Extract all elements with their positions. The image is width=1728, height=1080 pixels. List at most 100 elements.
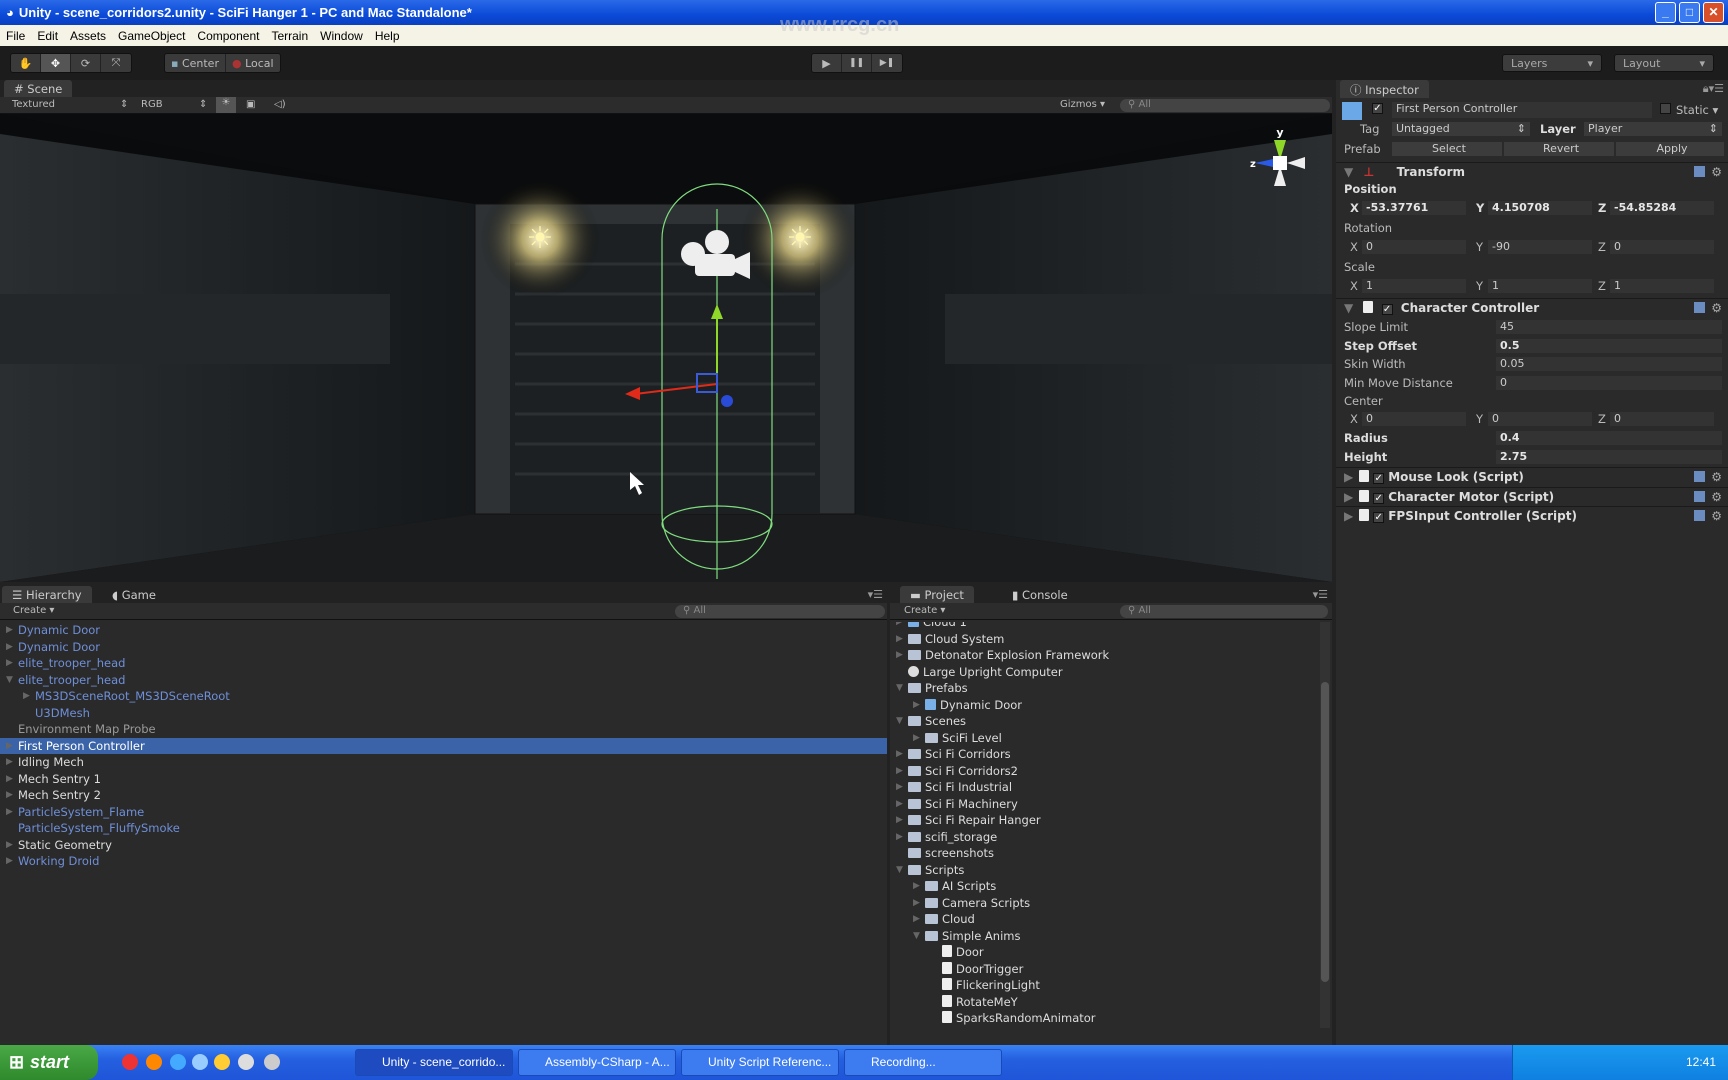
render-mode-dropdown[interactable]: Textured (12, 99, 55, 110)
project-item[interactable]: SparksRandomAnimator (890, 1010, 1320, 1027)
collapsed-arrow-icon[interactable]: ▶ (6, 754, 13, 771)
transform-header[interactable]: ▼ ⊥ Transform ⚙ (1336, 162, 1728, 181)
project-item[interactable]: screenshots (890, 845, 1320, 862)
tag-dropdown[interactable]: Untagged ⇕ (1392, 122, 1530, 136)
hierarchy-item[interactable]: ▶ elite_trooper_head (0, 655, 887, 672)
collapsed-arrow-icon[interactable]: ▶ (913, 730, 920, 747)
rotation-y-field[interactable]: -90 (1488, 240, 1592, 254)
rotate-icon[interactable]: ⟳ (71, 54, 101, 72)
lighting-toggle-icon[interactable]: ☀ (216, 97, 236, 113)
project-item[interactable]: ▶ Dynamic Door (890, 697, 1320, 714)
rotation-x-field[interactable]: 0 (1362, 240, 1466, 254)
help-icon[interactable] (1694, 302, 1706, 313)
pivot-local-button[interactable]: ● Local (226, 54, 280, 72)
vlc-icon[interactable] (146, 1054, 162, 1070)
prefab-select-button[interactable]: Select (1392, 142, 1502, 156)
cc-field-field[interactable]: 45 (1496, 320, 1722, 334)
hierarchy-search-input[interactable]: ⚲ All (675, 605, 885, 618)
collapsed-arrow-icon[interactable]: ▶ (6, 639, 13, 656)
expanded-arrow-icon[interactable]: ▼ (913, 928, 920, 945)
project-item[interactable]: ▶ Detonator Explosion Framework (890, 647, 1320, 664)
tab-hierarchy[interactable]: ☰ Hierarchy (2, 586, 92, 604)
create-dropdown[interactable]: Create ▾ (904, 605, 945, 616)
collapsed-arrow-icon[interactable]: ▶ (6, 853, 13, 870)
hierarchy-item[interactable]: ▶ Static Geometry (0, 837, 887, 854)
object-name-input[interactable]: First Person Controller (1392, 102, 1652, 118)
create-dropdown[interactable]: Create ▾ (13, 605, 54, 616)
project-item[interactable]: ▼ Scenes (890, 713, 1320, 730)
layers-dropdown[interactable]: Layers ▾ (1502, 54, 1602, 72)
collapsed-arrow-icon[interactable]: ▶ (6, 804, 13, 821)
hierarchy-item[interactable]: ▶ Idling Mech (0, 754, 887, 771)
hierarchy-item[interactable]: ▶ MS3DSceneRoot_MS3DSceneRoot (0, 688, 887, 705)
help-icon[interactable] (1694, 490, 1706, 502)
project-item[interactable]: ▶ Cloud 1 (890, 622, 1320, 631)
menu-gameobject[interactable]: GameObject (118, 29, 185, 43)
scene-view[interactable]: ☀ ☀ y z (0, 114, 1332, 582)
gear-icon[interactable]: ⚙ (1711, 470, 1722, 484)
hand-icon[interactable]: ✋ (11, 54, 41, 72)
hierarchy-item[interactable]: ▶ Dynamic Door (0, 622, 887, 639)
project-item[interactable]: ▶ Camera Scripts (890, 895, 1320, 912)
start-button[interactable]: ⊞ start (0, 1045, 98, 1080)
menu-window[interactable]: Window (320, 29, 363, 43)
scale-y-field[interactable]: 1 (1488, 279, 1592, 293)
project-item[interactable]: ▶ Sci Fi Industrial (890, 779, 1320, 796)
prefab-apply-button[interactable]: Apply (1616, 142, 1724, 156)
script-component-header[interactable]: ▶ ✓ FPSInput Controller (Script) ⚙ (1336, 506, 1728, 525)
hierarchy-item[interactable]: ▼ elite_trooper_head (0, 672, 887, 689)
tab-scene[interactable]: # Scene (4, 80, 73, 98)
project-item[interactable]: DoorTrigger (890, 961, 1320, 978)
hierarchy-item[interactable]: ▶ ParticleSystem_Flame (0, 804, 887, 821)
collapsed-arrow-icon[interactable]: ▶ (913, 697, 920, 714)
position-z-field[interactable]: -54.85284 (1610, 201, 1714, 215)
center-z-field[interactable]: 0 (1610, 412, 1714, 426)
expanded-arrow-icon[interactable]: ▼ (6, 672, 13, 689)
hierarchy-item[interactable]: ▶ Dynamic Door (0, 639, 887, 656)
menu-terrain[interactable]: Terrain (271, 29, 308, 43)
menu-assets[interactable]: Assets (70, 29, 106, 43)
collapsed-arrow-icon[interactable]: ▶ (6, 771, 13, 788)
collapsed-arrow-icon[interactable]: ▶ (896, 631, 903, 648)
app-icon[interactable] (214, 1054, 230, 1070)
gear-icon[interactable]: ⚙ (1711, 509, 1722, 523)
enabled-checkbox[interactable]: ✓ (1373, 473, 1385, 484)
rotation-z-field[interactable]: 0 (1610, 240, 1714, 254)
move-icon[interactable]: ✥ (41, 54, 71, 72)
project-item[interactable]: ▶ Cloud System (890, 631, 1320, 648)
collapsed-arrow-icon[interactable]: ▶ (896, 796, 903, 813)
collapsed-arrow-icon[interactable]: ▶ (896, 746, 903, 763)
hierarchy-item[interactable]: ▶ First Person Controller (0, 737, 887, 754)
image-effects-icon[interactable]: ▣ (246, 99, 255, 110)
scene-search-input[interactable]: ⚲ All (1120, 99, 1330, 112)
hierarchy-item[interactable]: ▶ Mech Sentry 1 (0, 771, 887, 788)
enabled-checkbox[interactable]: ✓ (1373, 512, 1385, 523)
project-item[interactable]: ▶ Sci Fi Machinery (890, 796, 1320, 813)
active-checkbox[interactable]: ✓ (1372, 103, 1383, 114)
center-y-field[interactable]: 0 (1488, 412, 1592, 426)
project-item[interactable]: ▶ Sci Fi Corridors (890, 746, 1320, 763)
help-icon[interactable] (1694, 471, 1706, 482)
collapsed-arrow-icon[interactable]: ▶ (913, 878, 920, 895)
cc-field-field[interactable]: 0.5 (1496, 338, 1722, 353)
close-button[interactable]: ✕ (1703, 2, 1724, 23)
expanded-arrow-icon[interactable]: ▼ (896, 713, 903, 730)
gear-icon[interactable]: ⚙ (1711, 301, 1722, 315)
collapsed-arrow-icon[interactable]: ▶ (6, 655, 13, 672)
task-recording[interactable]: Recording... (844, 1049, 1002, 1076)
enabled-checkbox[interactable]: ✓ (1373, 492, 1385, 504)
expanded-arrow-icon[interactable]: ▼ (896, 680, 903, 697)
task-chrome[interactable]: Unity Script Referenc... (681, 1049, 839, 1076)
gear-icon[interactable]: ⚙ (1711, 490, 1722, 504)
scrollbar-thumb[interactable] (1321, 682, 1329, 982)
hierarchy-item[interactable]: U3DMesh (0, 705, 887, 722)
layer-dropdown[interactable]: Player ⇕ (1584, 122, 1722, 136)
collapsed-arrow-icon[interactable]: ▶ (896, 779, 903, 796)
tab-console[interactable]: ▮ Console (1002, 586, 1078, 604)
project-item[interactable]: ▶ scifi_storage (890, 829, 1320, 846)
scale-x-field[interactable]: 1 (1362, 279, 1466, 293)
clock[interactable]: 12:41 (1686, 1055, 1716, 1069)
project-item[interactable]: ▶ Sci Fi Corridors2 (890, 763, 1320, 780)
project-item[interactable]: ▶ AI Scripts (890, 878, 1320, 895)
hierarchy-item[interactable]: ▶ Working Droid (0, 853, 887, 870)
